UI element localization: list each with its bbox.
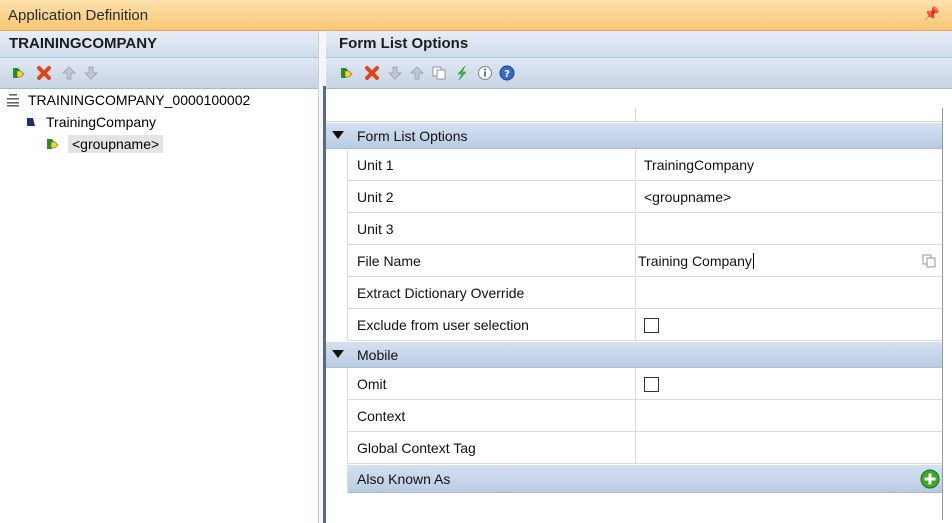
grid-border [942, 108, 943, 520]
file-name-text: Training Company [638, 253, 752, 269]
property-name: Unit 2 [357, 189, 394, 205]
property-name: Unit 1 [357, 157, 394, 173]
window-titlebar: Application Definition 📌 [0, 0, 952, 31]
property-row-extract-dictionary-override[interactable]: Extract Dictionary Override [326, 278, 942, 309]
property-name: Unit 3 [357, 221, 394, 237]
add-icon[interactable] [10, 64, 28, 82]
right-pane-title: Form List Options [339, 35, 469, 52]
left-pane: TRAININGCOMPANY TRAININGCOMPANY_00001000… [0, 31, 325, 523]
property-name: Context [357, 408, 406, 424]
tree-item[interactable]: <groupname> [44, 133, 164, 155]
right-pane: Form List Options ? Form List Options Un… [326, 31, 952, 523]
property-row-unit2[interactable]: Unit 2 <groupname> [326, 182, 942, 213]
property-row-omit[interactable]: Omit [326, 369, 942, 400]
property-row-unit1[interactable]: Unit 1 TrainingCompany [326, 150, 942, 181]
property-row-unit3[interactable]: Unit 3 [326, 214, 942, 245]
tree-item-label: <groupname> [68, 135, 164, 153]
property-row-context[interactable]: Context [326, 401, 942, 432]
category-label: Mobile [357, 347, 399, 363]
delete-icon[interactable] [363, 64, 381, 82]
also-known-as-label: Also Known As [357, 471, 451, 487]
delete-icon[interactable] [35, 64, 53, 82]
category-label: Form List Options [357, 128, 468, 144]
property-name: Global Context Tag [357, 440, 476, 456]
property-name: Exclude from user selection [357, 317, 529, 333]
property-name: Omit [357, 376, 387, 392]
left-pane-title: TRAININGCOMPANY [9, 35, 158, 52]
tree-item-label: TRAININGCOMPANY_0000100002 [28, 92, 251, 108]
browse-icon[interactable] [920, 252, 938, 270]
run-icon[interactable] [453, 64, 471, 82]
left-pane-header: TRAININGCOMPANY [0, 31, 325, 58]
property-row-global-context-tag[interactable]: Global Context Tag [326, 433, 942, 464]
category-mobile[interactable]: Mobile [326, 342, 942, 368]
right-pane-header: Form List Options [326, 31, 952, 58]
exclude-checkbox[interactable] [644, 318, 659, 333]
property-row-exclude-from-user-selection[interactable]: Exclude from user selection [326, 310, 942, 341]
property-name: File Name [357, 253, 421, 269]
move-up-icon[interactable] [60, 64, 78, 82]
tree-item[interactable]: TRAININGCOMPANY_0000100002 [4, 89, 250, 111]
help-icon[interactable]: ? [498, 64, 516, 82]
property-value[interactable]: TrainingCompany [644, 157, 754, 173]
window-title: Application Definition [8, 7, 149, 24]
svg-text:?: ? [504, 69, 510, 80]
pin-icon[interactable]: 📌 [924, 6, 940, 22]
property-name: Extract Dictionary Override [357, 285, 525, 301]
also-known-as-row[interactable]: Also Known As [326, 465, 942, 493]
group-icon [44, 135, 62, 153]
record-icon [22, 113, 40, 131]
add-icon[interactable] [338, 64, 356, 82]
copy-icon[interactable] [430, 64, 448, 82]
right-toolbar: ? [326, 58, 952, 89]
collapse-arrow-icon[interactable] [332, 350, 344, 358]
file-name-input[interactable]: Training Company [638, 253, 754, 269]
left-toolbar [0, 58, 325, 89]
property-value[interactable]: <groupname> [644, 189, 731, 205]
omit-checkbox[interactable] [644, 377, 659, 392]
add-circle-icon[interactable] [920, 469, 940, 489]
tree-item[interactable]: TrainingCompany [22, 111, 156, 133]
info-icon[interactable] [476, 64, 494, 82]
text-caret [752, 253, 754, 269]
grid-top-strip [326, 108, 942, 122]
move-down-icon[interactable] [82, 64, 100, 82]
move-up-icon[interactable] [408, 64, 426, 82]
collapse-arrow-icon[interactable] [332, 131, 344, 139]
dictionary-icon [4, 91, 22, 109]
property-row-file-name[interactable]: File Name Training Company [326, 246, 942, 277]
move-down-icon[interactable] [386, 64, 404, 82]
tree-item-label: TrainingCompany [46, 114, 156, 130]
category-form-list-options[interactable]: Form List Options [326, 123, 942, 149]
